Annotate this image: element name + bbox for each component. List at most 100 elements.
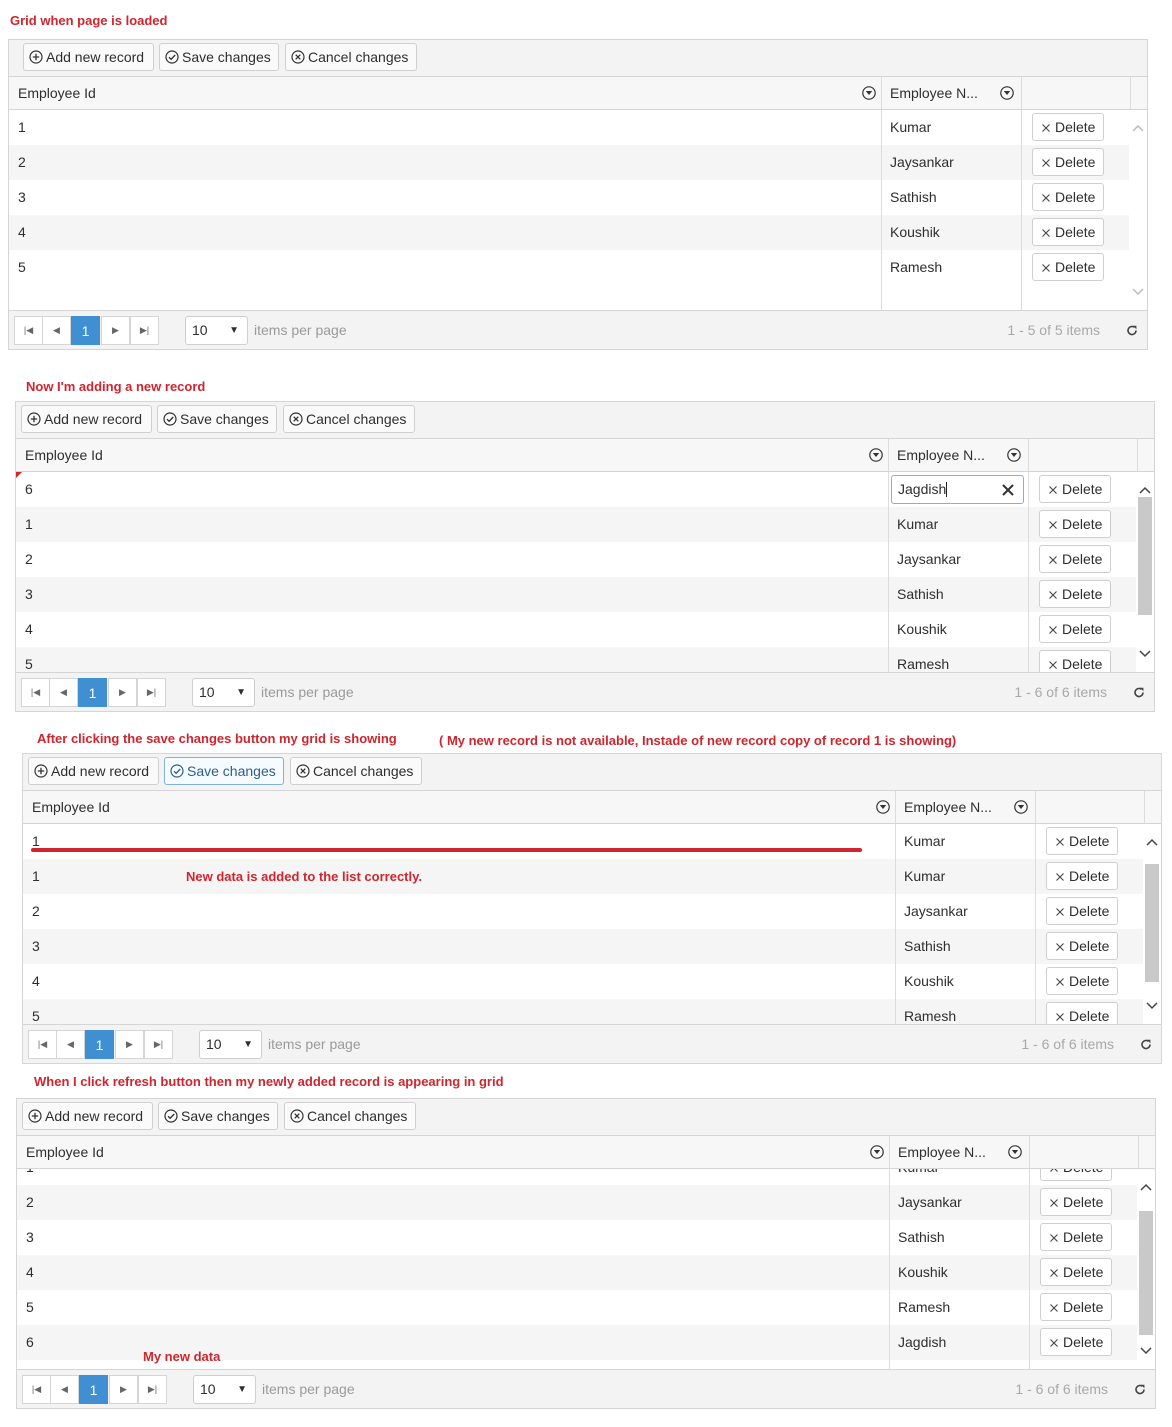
save-changes-button[interactable]: Save changes — [159, 43, 279, 71]
scroll-up-icon[interactable] — [1146, 838, 1158, 846]
table-row[interactable]: 1 Kumar Delete — [17, 1169, 1155, 1185]
cancel-changes-button[interactable]: Cancel changes — [290, 757, 422, 785]
current-page-button[interactable]: 1 — [79, 1375, 108, 1404]
delete-button[interactable]: Delete — [1039, 650, 1111, 672]
page-size-select[interactable]: 10 ▼ — [193, 1375, 256, 1404]
filter-icon[interactable] — [869, 448, 883, 462]
last-page-button[interactable]: ▶| — [144, 1030, 173, 1059]
header-employee-id[interactable]: Employee Id — [17, 1136, 889, 1168]
delete-button[interactable]: Delete — [1040, 1223, 1112, 1251]
last-page-button[interactable]: ▶| — [130, 316, 159, 345]
delete-button[interactable]: Delete — [1039, 545, 1111, 573]
save-changes-button[interactable]: Save changes — [164, 757, 284, 785]
scroll-thumb[interactable] — [1138, 497, 1152, 615]
delete-button[interactable]: Delete — [1040, 1328, 1112, 1356]
delete-button[interactable]: Delete — [1039, 510, 1111, 538]
filter-icon[interactable] — [1014, 800, 1028, 814]
scroll-up-icon[interactable] — [1140, 1183, 1152, 1191]
delete-button[interactable]: Delete — [1040, 1188, 1112, 1216]
delete-button[interactable]: Delete — [1032, 113, 1104, 141]
delete-button[interactable]: Delete — [1046, 967, 1118, 995]
delete-button[interactable]: Delete — [1039, 580, 1111, 608]
refresh-icon[interactable] — [1133, 1382, 1147, 1396]
page-size-select[interactable]: 10 ▼ — [185, 316, 248, 345]
scroll-up-icon[interactable] — [1139, 486, 1151, 494]
scroll-thumb[interactable] — [1139, 1211, 1153, 1335]
filter-icon[interactable] — [862, 86, 876, 100]
next-page-button[interactable]: ▶ — [101, 316, 130, 345]
prev-page-button[interactable]: ◀ — [50, 1375, 79, 1404]
table-row[interactable]: 2 Jaysankar Delete — [16, 542, 1154, 577]
table-row[interactable]: 1 Kumar Delete — [23, 824, 1161, 859]
scroll-down-icon[interactable] — [1132, 288, 1144, 296]
table-row[interactable]: 6 Jagdish Delete — [16, 472, 1154, 507]
prev-page-button[interactable]: ◀ — [56, 1030, 85, 1059]
add-new-record-button[interactable]: Add new record — [21, 405, 152, 433]
save-changes-button[interactable]: Save changes — [158, 1102, 278, 1130]
add-new-record-button[interactable]: Add new record — [28, 757, 159, 785]
vertical-scrollbar[interactable] — [1136, 472, 1154, 672]
delete-button[interactable]: Delete — [1046, 1002, 1118, 1024]
prev-page-button[interactable]: ◀ — [49, 678, 78, 707]
table-row[interactable]: 4 Koushik Delete — [17, 1255, 1155, 1290]
refresh-icon[interactable] — [1139, 1037, 1153, 1051]
table-row[interactable]: 2 Jaysankar Delete — [17, 1185, 1155, 1220]
table-row[interactable]: 4 Koushik Delete — [9, 215, 1147, 250]
next-page-button[interactable]: ▶ — [115, 1030, 144, 1059]
scroll-down-icon[interactable] — [1146, 1002, 1158, 1010]
vertical-scrollbar[interactable] — [1129, 110, 1147, 310]
delete-button[interactable]: Delete — [1032, 218, 1104, 246]
add-new-record-button[interactable]: Add new record — [23, 43, 154, 71]
table-row[interactable]: 4 Koushik Delete — [23, 964, 1161, 999]
first-page-button[interactable]: |◀ — [21, 678, 50, 707]
last-page-button[interactable]: ▶| — [137, 678, 166, 707]
current-page-button[interactable]: 1 — [71, 316, 100, 345]
table-row[interactable]: 3 Sathish Delete — [9, 180, 1147, 215]
table-row[interactable]: 2 Jaysankar Delete — [9, 145, 1147, 180]
current-page-button[interactable]: 1 — [78, 678, 107, 707]
save-changes-button[interactable]: Save changes — [157, 405, 277, 433]
header-employee-id[interactable]: Employee Id — [9, 77, 881, 109]
add-new-record-button[interactable]: Add new record — [22, 1102, 153, 1130]
table-row[interactable]: 3 Sathish Delete — [23, 929, 1161, 964]
delete-button[interactable]: Delete — [1046, 827, 1118, 855]
delete-button[interactable]: Delete — [1039, 475, 1111, 503]
prev-page-button[interactable]: ◀ — [42, 316, 71, 345]
page-size-select[interactable]: 10 ▼ — [192, 678, 255, 707]
table-row[interactable]: 3 Sathish Delete — [16, 577, 1154, 612]
cancel-changes-button[interactable]: Cancel changes — [283, 405, 415, 433]
refresh-icon[interactable] — [1125, 323, 1139, 337]
delete-button[interactable]: Delete — [1046, 897, 1118, 925]
table-row[interactable]: 1 Kumar Delete — [16, 507, 1154, 542]
table-row[interactable]: 5 Ramesh Delete — [16, 647, 1154, 672]
employee-name-input[interactable]: Jagdish — [891, 475, 1024, 504]
clear-icon[interactable] — [1002, 484, 1014, 496]
delete-button[interactable]: Delete — [1032, 148, 1104, 176]
delete-button[interactable]: Delete — [1032, 183, 1104, 211]
filter-icon[interactable] — [1000, 86, 1014, 100]
delete-button[interactable]: Delete — [1040, 1258, 1112, 1286]
last-page-button[interactable]: ▶| — [138, 1375, 167, 1404]
table-row[interactable]: 5 Ramesh Delete — [23, 999, 1161, 1024]
next-page-button[interactable]: ▶ — [109, 1375, 138, 1404]
delete-button[interactable]: Delete — [1040, 1169, 1112, 1181]
header-employee-id[interactable]: Employee Id — [23, 791, 895, 823]
table-row[interactable]: 3 Sathish Delete — [17, 1220, 1155, 1255]
table-row[interactable]: 4 Koushik Delete — [16, 612, 1154, 647]
filter-icon[interactable] — [1007, 448, 1021, 462]
vertical-scrollbar[interactable] — [1143, 824, 1161, 1024]
cancel-changes-button[interactable]: Cancel changes — [285, 43, 417, 71]
scroll-thumb[interactable] — [1145, 864, 1159, 982]
table-row[interactable]: 5 Ramesh Delete — [17, 1290, 1155, 1325]
table-row[interactable]: 2 Jaysankar Delete — [23, 894, 1161, 929]
vertical-scrollbar[interactable] — [1137, 1169, 1155, 1369]
current-page-button[interactable]: 1 — [85, 1030, 114, 1059]
page-size-select[interactable]: 10 ▼ — [199, 1030, 262, 1059]
table-row[interactable]: 5 Ramesh Delete — [9, 250, 1147, 285]
next-page-button[interactable]: ▶ — [108, 678, 137, 707]
delete-button[interactable]: Delete — [1046, 862, 1118, 890]
header-employee-id[interactable]: Employee Id — [16, 439, 888, 471]
table-row[interactable]: 1 Kumar Delete — [9, 110, 1147, 145]
delete-button[interactable]: Delete — [1039, 615, 1111, 643]
first-page-button[interactable]: |◀ — [14, 316, 43, 345]
